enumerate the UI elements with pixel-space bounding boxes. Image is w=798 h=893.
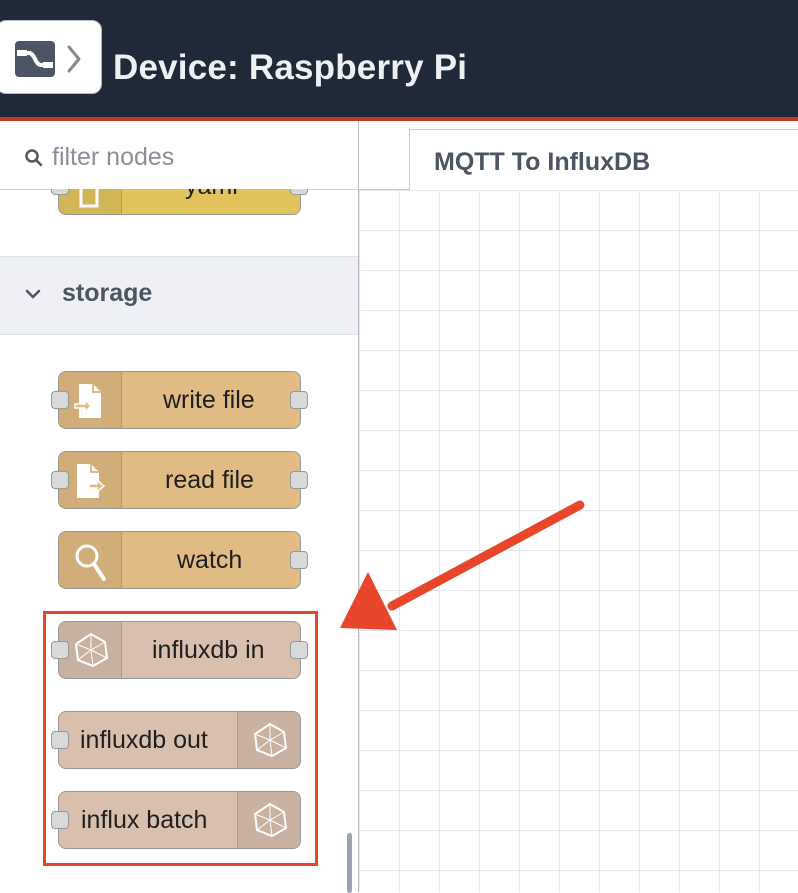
page-title: Device: Raspberry Pi [113,48,468,87]
palette-scroll-clip: yaml [0,189,358,249]
input-port [51,391,69,409]
app-header: Device: Raspberry Pi [0,0,798,117]
palette-node-label: yaml [185,189,238,201]
category-label: storage [62,279,153,307]
palette-node-label: read file [165,466,254,494]
node-palette: yaml storage write file [0,121,359,893]
palette-node-read-file[interactable]: read file [51,451,308,509]
palette-node-write-file[interactable]: write file [51,371,308,429]
sidebar-toggle-button[interactable] [0,20,102,94]
output-port [290,551,308,569]
palette-scrollbar[interactable] [347,833,352,893]
filter-nodes-input[interactable] [50,139,344,175]
chevron-down-icon [25,289,41,299]
input-port [51,471,69,489]
category-storage[interactable]: storage [0,256,358,335]
output-port [290,471,308,489]
palette-node-watch[interactable]: watch [58,531,308,589]
highlight-box [43,611,318,866]
workspace-tabbar: MQTT To InfluxDB [359,121,798,191]
output-port [290,391,308,409]
flow-canvas[interactable] [359,190,798,892]
palette-node-yaml[interactable]: yaml [51,189,308,215]
output-port [290,189,308,195]
palette-node-label: watch [177,546,243,574]
magnifier-icon [59,532,122,588]
tab-label: MQTT To InfluxDB [434,148,651,176]
flow-workspace: MQTT To InfluxDB [359,121,798,892]
palette-filter [0,121,358,190]
palette-node-label: write file [163,386,255,414]
search-icon [25,149,43,167]
input-port [51,189,69,195]
nodered-logo-icon [15,41,81,77]
tab-mqtt-to-influxdb[interactable]: MQTT To InfluxDB [409,129,798,191]
